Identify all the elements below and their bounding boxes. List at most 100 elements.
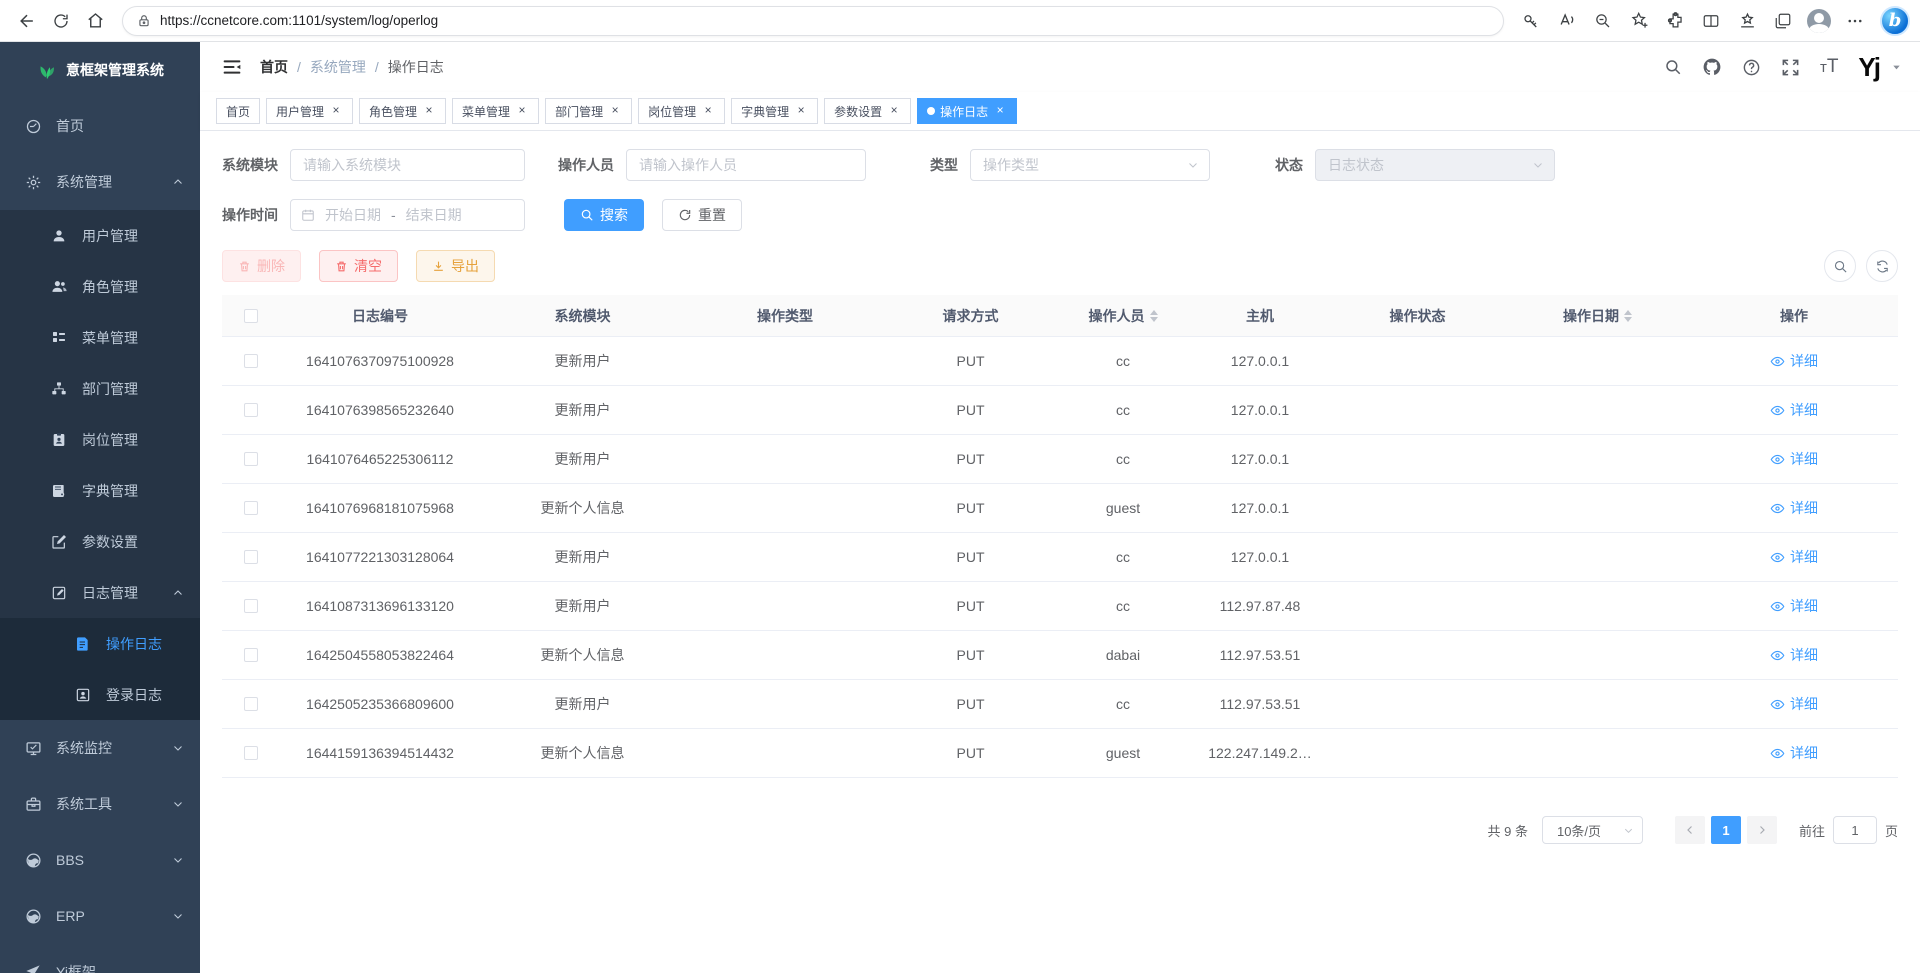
sidebar-item-param-settings[interactable]: 参数设置 [0, 516, 200, 567]
detail-link[interactable]: 详细 [1770, 400, 1818, 420]
sidebar-item-erp[interactable]: ERP [0, 888, 200, 944]
sidebar-item-system-tools[interactable]: 系统工具 [0, 776, 200, 832]
close-icon[interactable]: × [329, 104, 343, 118]
password-key-icon[interactable] [1514, 4, 1548, 38]
sidebar-fold-icon[interactable] [218, 53, 246, 81]
row-checkbox[interactable] [244, 648, 258, 662]
row-checkbox[interactable] [244, 697, 258, 711]
close-icon[interactable]: × [887, 104, 901, 118]
goto-page-input[interactable] [1833, 816, 1877, 844]
reset-button[interactable]: 重置 [662, 199, 742, 231]
user-logo-avatar[interactable]: Yj [1858, 52, 1879, 83]
close-icon[interactable]: × [515, 104, 529, 118]
clear-button[interactable]: 清空 [319, 250, 398, 282]
date-range-picker[interactable]: 开始日期 - 结束日期 [290, 199, 525, 231]
caret-down-icon[interactable] [1891, 62, 1902, 73]
sidebar-item-log-mgmt[interactable]: 日志管理 [0, 567, 200, 618]
prev-page-button[interactable] [1675, 816, 1705, 844]
detail-link[interactable]: 详细 [1770, 743, 1818, 763]
detail-link[interactable]: 详细 [1770, 351, 1818, 371]
status-select[interactable]: 日志状态 [1315, 149, 1555, 181]
export-button[interactable]: 导出 [416, 250, 495, 282]
tag-home[interactable]: 首页 [216, 98, 260, 124]
sidebar-item-dict-mgmt[interactable]: 字典管理 [0, 465, 200, 516]
sidebar-item-post-mgmt[interactable]: 岗位管理 [0, 414, 200, 465]
sidebar-item-yi-framework[interactable]: Yi框架 [0, 944, 200, 973]
help-icon[interactable] [1742, 58, 1761, 77]
back-button[interactable] [10, 4, 44, 38]
fullscreen-icon[interactable] [1781, 58, 1800, 77]
col-header-date[interactable]: 操作日期 [1505, 306, 1690, 326]
sidebar-item-bbs[interactable]: BBS [0, 832, 200, 888]
search-button[interactable]: 搜索 [564, 199, 644, 231]
sort-icon[interactable] [1150, 310, 1158, 322]
close-icon[interactable]: × [608, 104, 622, 118]
close-icon[interactable]: × [422, 104, 436, 118]
detail-link[interactable]: 详细 [1770, 596, 1818, 616]
zoom-out-icon[interactable] [1586, 4, 1620, 38]
row-checkbox[interactable] [244, 452, 258, 466]
delete-button[interactable]: 删除 [222, 250, 301, 282]
sidebar-item-role-mgmt[interactable]: 角色管理 [0, 261, 200, 312]
row-checkbox[interactable] [244, 403, 258, 417]
tag-user-mgmt[interactable]: 用户管理× [266, 98, 353, 124]
tag-post-mgmt[interactable]: 岗位管理× [638, 98, 725, 124]
detail-link[interactable]: 详细 [1770, 694, 1818, 714]
home-button[interactable] [78, 4, 112, 38]
sidebar-item-login-log[interactable]: 登录日志 [0, 669, 200, 720]
sidebar-item-oper-log[interactable]: 操作日志 [0, 618, 200, 669]
breadcrumb-system-mgmt[interactable]: 系统管理 [310, 57, 366, 77]
next-page-button[interactable] [1747, 816, 1777, 844]
tag-role-mgmt[interactable]: 角色管理× [359, 98, 446, 124]
refresh-button[interactable] [44, 4, 78, 38]
row-checkbox[interactable] [244, 599, 258, 613]
detail-link[interactable]: 详细 [1770, 449, 1818, 469]
close-icon[interactable]: × [794, 104, 808, 118]
row-checkbox[interactable] [244, 746, 258, 760]
sidebar-item-user-mgmt[interactable]: 用户管理 [0, 210, 200, 261]
close-icon[interactable]: × [993, 104, 1007, 118]
favorite-star-icon[interactable] [1622, 4, 1656, 38]
sidebar-item-home[interactable]: 首页 [0, 98, 200, 154]
split-screen-icon[interactable] [1694, 4, 1728, 38]
select-all-checkbox[interactable] [244, 309, 258, 323]
collections-icon[interactable] [1766, 4, 1800, 38]
page-size-select[interactable]: 10条/页 [1542, 816, 1643, 844]
detail-link[interactable]: 详细 [1770, 645, 1818, 665]
row-checkbox[interactable] [244, 550, 258, 564]
page-number-button[interactable]: 1 [1711, 816, 1741, 844]
search-icon[interactable] [1664, 58, 1682, 76]
tag-oper-log[interactable]: 操作日志× [917, 98, 1017, 124]
col-header-operator[interactable]: 操作人员 [1056, 306, 1190, 326]
refresh-table-icon[interactable] [1866, 250, 1898, 282]
tag-param-settings[interactable]: 参数设置× [824, 98, 911, 124]
github-icon[interactable] [1702, 57, 1722, 77]
module-input[interactable] [290, 149, 525, 181]
extensions-icon[interactable] [1658, 4, 1692, 38]
sort-icon[interactable] [1624, 310, 1632, 322]
bing-discover-icon[interactable]: b [1880, 6, 1910, 36]
row-checkbox[interactable] [244, 354, 258, 368]
tag-menu-mgmt[interactable]: 菜单管理× [452, 98, 539, 124]
sidebar-item-dept-mgmt[interactable]: 部门管理 [0, 363, 200, 414]
close-icon[interactable]: × [701, 104, 715, 118]
operator-input[interactable] [626, 149, 866, 181]
detail-link[interactable]: 详细 [1770, 498, 1818, 518]
show-search-icon[interactable] [1824, 250, 1856, 282]
read-aloud-icon[interactable] [1550, 4, 1584, 38]
type-select[interactable]: 操作类型 [970, 149, 1210, 181]
address-bar[interactable]: https://ccnetcore.com:1101/system/log/op… [122, 6, 1504, 36]
sidebar-item-system-mgmt[interactable]: 系统管理 [0, 154, 200, 210]
tag-dept-mgmt[interactable]: 部门管理× [545, 98, 632, 124]
detail-link[interactable]: 详细 [1770, 547, 1818, 567]
sidebar-item-menu-mgmt[interactable]: 菜单管理 [0, 312, 200, 363]
font-size-icon[interactable]: тT [1820, 56, 1838, 78]
sidebar-item-system-monitor[interactable]: 系统监控 [0, 720, 200, 776]
settings-ellipsis-icon[interactable] [1838, 4, 1872, 38]
profile-avatar[interactable] [1802, 4, 1836, 38]
row-checkbox[interactable] [244, 501, 258, 515]
tag-dict-mgmt[interactable]: 字典管理× [731, 98, 818, 124]
favorites-bar-icon[interactable] [1730, 4, 1764, 38]
app-logo-row[interactable]: 意框架管理系统 [0, 42, 200, 98]
breadcrumb-home[interactable]: 首页 [260, 57, 288, 77]
